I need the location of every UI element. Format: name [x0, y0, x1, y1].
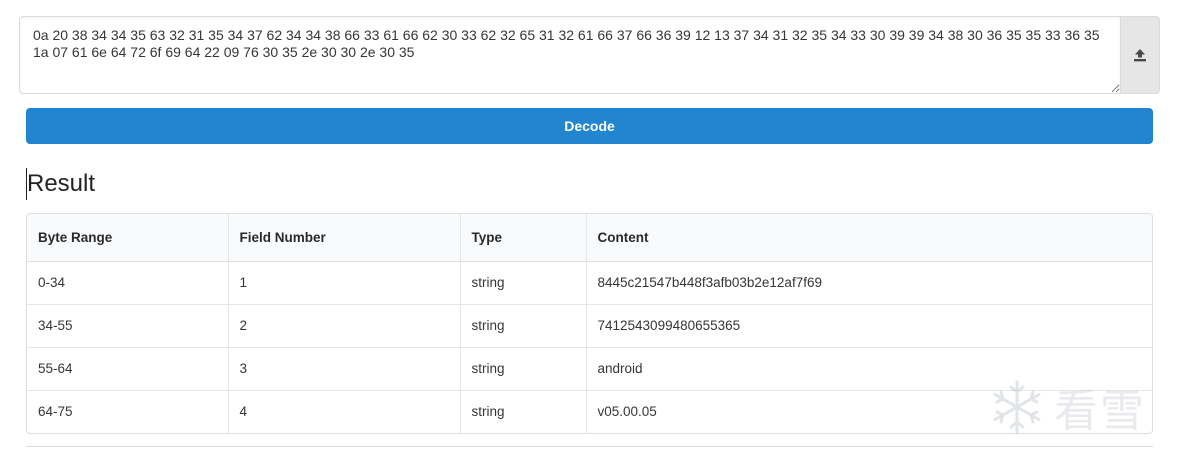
column-header-field-number: Field Number	[228, 214, 461, 262]
decode-button[interactable]: Decode	[26, 108, 1153, 144]
cell-content: 8445c21547b448f3afb03b2e12af7f69	[586, 261, 1152, 305]
column-header-byte-range: Byte Range	[27, 214, 229, 262]
page: Decode Result Byte Range Field Number Ty…	[0, 0, 1177, 463]
column-header-type: Type	[460, 214, 587, 262]
table-row: 64-75 4 string v05.00.05	[27, 390, 1152, 433]
watermark-text: 看雪	[1054, 386, 1146, 437]
result-heading: Result	[26, 168, 95, 200]
cell-byte-range: 55-64	[27, 347, 229, 391]
column-header-content: Content	[586, 214, 1152, 262]
hex-input[interactable]	[19, 16, 1120, 94]
result-table: Byte Range Field Number Type Content 0-3…	[26, 213, 1153, 434]
watermark: 看雪	[988, 374, 1158, 440]
cell-byte-range: 0-34	[27, 261, 229, 305]
cell-field-number: 3	[228, 347, 461, 391]
cell-byte-range: 34-55	[27, 304, 229, 348]
table-row: 34-55 2 string 7412543099480655365	[27, 304, 1152, 348]
cell-type: string	[460, 261, 587, 305]
cell-type: string	[460, 304, 587, 348]
divider	[26, 446, 1153, 447]
cell-content: 7412543099480655365	[586, 304, 1152, 348]
cell-field-number: 2	[228, 304, 461, 348]
cell-type: string	[460, 390, 587, 433]
table-header-row: Byte Range Field Number Type Content	[27, 214, 1152, 262]
upload-button[interactable]	[1120, 16, 1160, 94]
cell-type: string	[460, 347, 587, 391]
cell-byte-range: 64-75	[27, 390, 229, 433]
table-row: 55-64 3 string android	[27, 347, 1152, 391]
hex-input-group	[19, 16, 1160, 94]
cell-field-number: 4	[228, 390, 461, 433]
cell-field-number: 1	[228, 261, 461, 305]
table-row: 0-34 1 string 8445c21547b448f3afb03b2e12…	[27, 261, 1152, 305]
upload-icon	[1134, 49, 1146, 62]
snowflake-logo-icon	[993, 380, 1041, 434]
